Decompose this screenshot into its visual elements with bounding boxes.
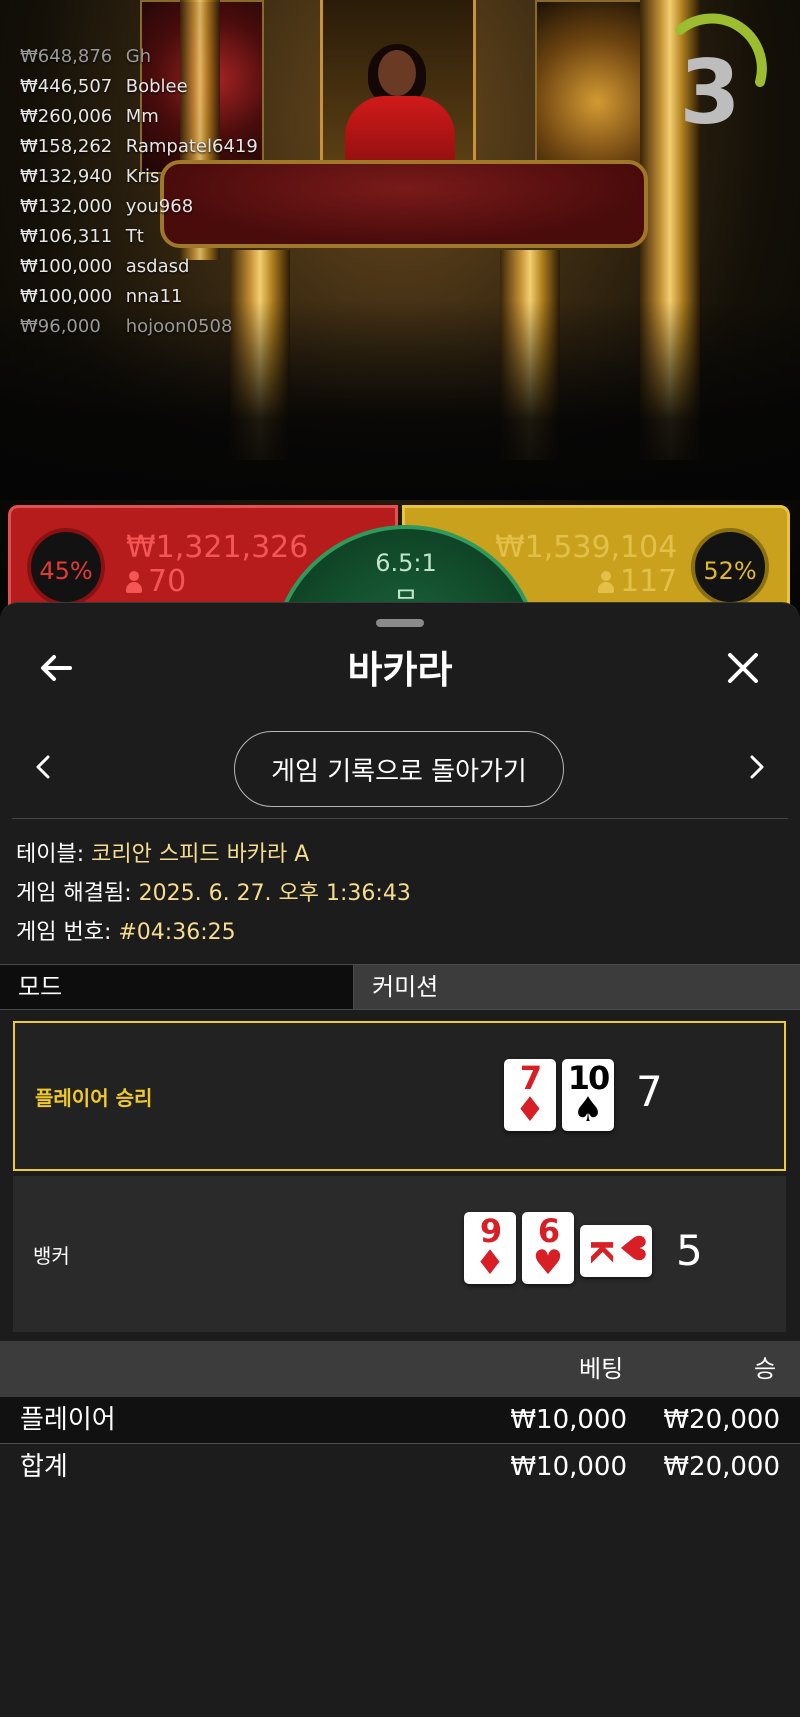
live-video-stage: ₩648,876 Gh ₩446,507 Boblee ₩260,006 Mm ₩15… xyxy=(0,0,800,620)
round-value: #04:36:25 xyxy=(118,920,236,945)
game-history-sheet: 바카라 게임 기록으로 돌아가기 테이블: 코리안 스피드 바카라 A 게임 해… xyxy=(0,602,800,1717)
mode-row: 모드 커미션 xyxy=(0,964,800,1010)
leaderboard-username: you968 xyxy=(125,196,194,217)
return-to-history-button[interactable]: 게임 기록으로 돌아가기 xyxy=(234,731,564,807)
table-info: 테이블: 코리안 스피드 바카라 A xyxy=(16,835,411,874)
playing-card: 10 ♠ xyxy=(562,1059,614,1131)
diamond-icon: ♦ xyxy=(474,1243,506,1283)
leaderboard-row: ₩96,000 hojoon0508 xyxy=(20,312,258,342)
leaderboard-username: asdasd xyxy=(125,256,190,277)
chevron-right-icon xyxy=(750,755,764,779)
banker-count-value: 117 xyxy=(620,564,678,599)
leaderboard-amount: ₩106,311 xyxy=(20,226,113,247)
commission-label: 커미션 xyxy=(372,973,439,1001)
leaderboard-amount: ₩132,000 xyxy=(20,196,113,217)
leaderboard-username: Kris xyxy=(125,166,160,187)
leaderboard-row: ₩132,000 you968 xyxy=(20,192,258,222)
leaderboard-row: ₩106,311 Tt xyxy=(20,222,258,252)
leaderboard-row: ₩158,262 Rampatel6419 xyxy=(20,132,258,162)
playing-card: 9 ♦ xyxy=(464,1212,516,1284)
banker-score: 5 xyxy=(676,1226,703,1275)
round-number-info: 게임 번호: #04:36:25 xyxy=(16,913,411,952)
tie-odds: 6.5:1 xyxy=(375,549,437,577)
countdown-timer: 3 xyxy=(679,41,741,144)
row-label: 플레이어 xyxy=(20,1405,116,1435)
banker-result: 뱅커 9 ♦ 6 ♥ K ♥ 5 xyxy=(13,1176,786,1332)
leaderboard-username: Rampatel6419 xyxy=(125,136,258,157)
row-win: ₩20,000 xyxy=(663,1405,780,1435)
player-percent: 45% xyxy=(27,528,105,606)
playing-card: 7 ♦ xyxy=(504,1059,556,1131)
player-count-value: 70 xyxy=(148,564,187,599)
row-bet: ₩10,000 xyxy=(510,1452,627,1482)
sheet-drag-handle[interactable] xyxy=(376,619,424,627)
win-column-header: 승 xyxy=(754,1355,777,1383)
bet-column-header: 베팅 xyxy=(579,1355,624,1383)
playing-card-sideways: K ♥ xyxy=(580,1225,652,1277)
resolved-value: 2025. 6. 27. 오후 1:36:43 xyxy=(138,881,411,906)
person-icon xyxy=(598,571,614,593)
round-info: 테이블: 코리안 스피드 바카라 A 게임 해결됨: 2025. 6. 27. … xyxy=(16,835,411,952)
leaderboard-amount: ₩100,000 xyxy=(20,286,113,307)
table-row: 플레이어 ₩10,000 ₩20,000 xyxy=(0,1397,800,1444)
bet-table-header: 베팅 승 xyxy=(0,1341,800,1397)
heart-icon: ♥ xyxy=(612,1232,652,1264)
table-row-total: 합계 ₩10,000 ₩20,000 xyxy=(0,1444,800,1490)
person-icon xyxy=(126,571,142,593)
row-label: 합계 xyxy=(20,1452,68,1482)
leaderboard-row: ₩446,507 Boblee xyxy=(20,72,258,102)
previous-round-button[interactable] xyxy=(24,747,64,787)
leaderboard-amount: ₩648,876 xyxy=(20,46,113,67)
leaderboard-username: Mm xyxy=(125,106,159,127)
player-bettor-count: 70 xyxy=(126,564,186,599)
leaderboard: ₩648,876 Gh ₩446,507 Boblee ₩260,006 Mm ₩15… xyxy=(20,42,258,342)
sheet-title: 바카라 xyxy=(347,648,453,692)
chevron-left-icon xyxy=(36,755,50,779)
banker-result-label: 뱅커 xyxy=(33,1243,70,1268)
table-value: 코리안 스피드 바카라 A xyxy=(91,842,310,867)
leaderboard-amount: ₩446,507 xyxy=(20,76,113,97)
spade-icon: ♠ xyxy=(572,1090,604,1130)
leaderboard-row: ₩132,940 Kris xyxy=(20,162,258,192)
close-icon xyxy=(728,653,758,683)
leaderboard-amount: ₩132,940 xyxy=(20,166,113,187)
next-round-button[interactable] xyxy=(736,747,776,787)
row-bet: ₩10,000 xyxy=(510,1405,627,1435)
leaderboard-amount: ₩100,000 xyxy=(20,256,113,277)
heart-icon: ♥ xyxy=(532,1243,564,1283)
leaderboard-username: nna11 xyxy=(125,286,183,307)
resolved-label: 게임 해결됨: xyxy=(16,881,132,906)
banker-percent: 52% xyxy=(691,528,769,606)
banker-bettor-count: 117 xyxy=(598,564,677,599)
leaderboard-username: Gh xyxy=(125,46,152,67)
leaderboard-row: ₩260,006 Mm xyxy=(20,102,258,132)
leaderboard-row: ₩100,000 asdasd xyxy=(20,252,258,282)
player-score: 7 xyxy=(636,1067,663,1116)
resolved-info: 게임 해결됨: 2025. 6. 27. 오후 1:36:43 xyxy=(16,874,411,913)
divider xyxy=(12,818,788,819)
leaderboard-amount: ₩96,000 xyxy=(20,316,101,337)
playing-card: 6 ♥ xyxy=(522,1212,574,1284)
dealer-face xyxy=(378,50,416,96)
sheet-header: 바카라 xyxy=(0,633,800,703)
round-navigation: 게임 기록으로 돌아가기 xyxy=(0,731,800,811)
player-result: 플레이어 승리 7 ♦ 10 ♠ 7 xyxy=(13,1021,786,1171)
row-win: ₩20,000 xyxy=(663,1452,780,1482)
leaderboard-row: ₩100,000 nna11 xyxy=(20,282,258,312)
leaderboard-username: Boblee xyxy=(125,76,188,97)
diamond-icon: ♦ xyxy=(514,1090,546,1130)
table-label: 테이블: xyxy=(16,842,85,867)
round-label: 게임 번호: xyxy=(16,920,112,945)
commission-tab[interactable]: 커미션 xyxy=(354,965,800,1009)
leaderboard-username: Tt xyxy=(125,226,144,247)
mode-label: 모드 xyxy=(18,973,63,1001)
mode-tab[interactable]: 모드 xyxy=(0,965,354,1009)
close-button[interactable] xyxy=(718,643,768,693)
leaderboard-amount: ₩158,262 xyxy=(20,136,113,157)
leaderboard-username: hojoon0508 xyxy=(125,316,233,337)
player-result-label: 플레이어 승리 xyxy=(35,1085,153,1110)
leaderboard-amount: ₩260,006 xyxy=(20,106,113,127)
leaderboard-row: ₩648,876 Gh xyxy=(20,42,258,72)
